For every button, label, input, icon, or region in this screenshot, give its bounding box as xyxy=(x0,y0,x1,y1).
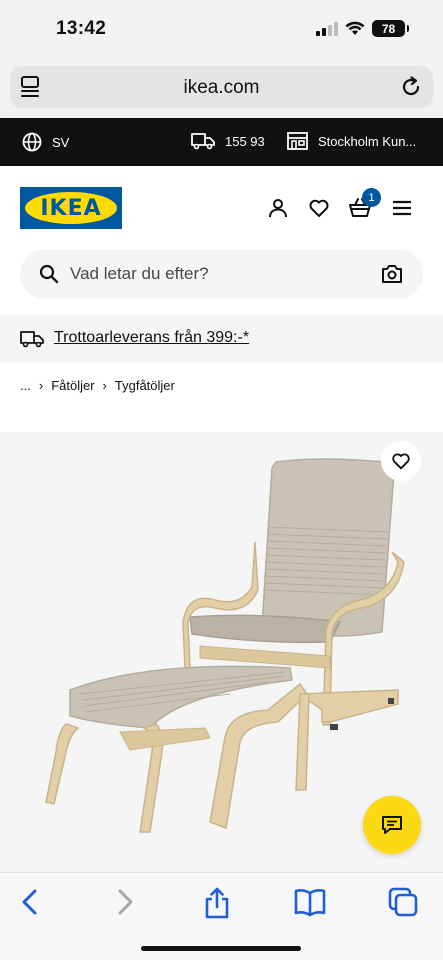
logo-oval: IKEA xyxy=(25,192,117,224)
status-bar: 13:42 78 xyxy=(0,0,443,58)
chevron-right-icon: › xyxy=(102,378,107,393)
store-label: Stockholm Kun... xyxy=(318,133,417,149)
delivery-link[interactable]: Trottoarleverans från 399:-* xyxy=(54,329,249,347)
bookmarks-book-icon[interactable] xyxy=(294,887,326,917)
breadcrumb: ... › Fåtöljer › Tygfåtöljer xyxy=(20,378,175,393)
address-bar[interactable]: ikea.com xyxy=(10,66,433,108)
chat-button[interactable] xyxy=(363,796,421,854)
chat-bubble-icon xyxy=(382,816,402,834)
share-icon[interactable] xyxy=(203,887,231,919)
ikea-logo[interactable]: IKEA xyxy=(20,187,122,229)
favorites-heart-icon[interactable] xyxy=(307,196,331,220)
wifi-icon xyxy=(345,21,365,35)
account-icon[interactable] xyxy=(266,196,290,220)
reload-icon[interactable] xyxy=(399,75,423,99)
camera-search-icon[interactable] xyxy=(381,264,403,284)
search-icon[interactable] xyxy=(39,264,59,284)
postal-code-selector[interactable]: 155 93 xyxy=(191,132,265,150)
save-to-favorites-button[interactable] xyxy=(381,441,421,481)
language-selector[interactable]: SV xyxy=(22,132,69,152)
search-input[interactable] xyxy=(70,249,370,299)
back-arrow-icon[interactable] xyxy=(18,887,42,917)
cellular-signal-icon xyxy=(316,21,338,36)
browser-toolbar: ikea.com xyxy=(0,58,443,118)
chevron-right-icon: › xyxy=(38,378,44,393)
search-bar xyxy=(20,249,423,299)
url-text: ikea.com xyxy=(183,77,260,98)
tabs-icon[interactable] xyxy=(388,887,418,917)
logo-text: IKEA xyxy=(40,195,102,221)
ikea-topbar: SV 155 93 Stockholm Kun... xyxy=(0,118,443,166)
heart-icon xyxy=(392,453,410,470)
status-indicators: 78 xyxy=(316,20,409,37)
home-indicator[interactable] xyxy=(141,946,301,951)
delivery-banner: Trottoarleverans från 399:-* xyxy=(0,315,443,363)
language-label: SV xyxy=(52,134,70,150)
globe-icon xyxy=(22,132,42,152)
cart-count-badge: 1 xyxy=(362,188,381,207)
store-selector[interactable]: Stockholm Kun... xyxy=(287,132,416,150)
breadcrumb-item-tygfatoljer[interactable]: Tygfåtöljer xyxy=(115,378,175,393)
breadcrumb-ellipsis[interactable]: ... xyxy=(20,378,31,393)
status-time: 13:42 xyxy=(56,18,107,39)
delivery-truck-icon xyxy=(191,133,215,150)
postal-code-label: 155 93 xyxy=(225,133,265,149)
battery-indicator: 78 xyxy=(372,20,409,37)
hamburger-menu-icon[interactable] xyxy=(390,196,414,220)
store-icon xyxy=(287,132,308,150)
delivery-truck-icon xyxy=(20,331,44,348)
breadcrumb-item-fatoljer[interactable]: Fåtöljer xyxy=(51,378,94,393)
forward-arrow-icon[interactable] xyxy=(113,887,137,917)
